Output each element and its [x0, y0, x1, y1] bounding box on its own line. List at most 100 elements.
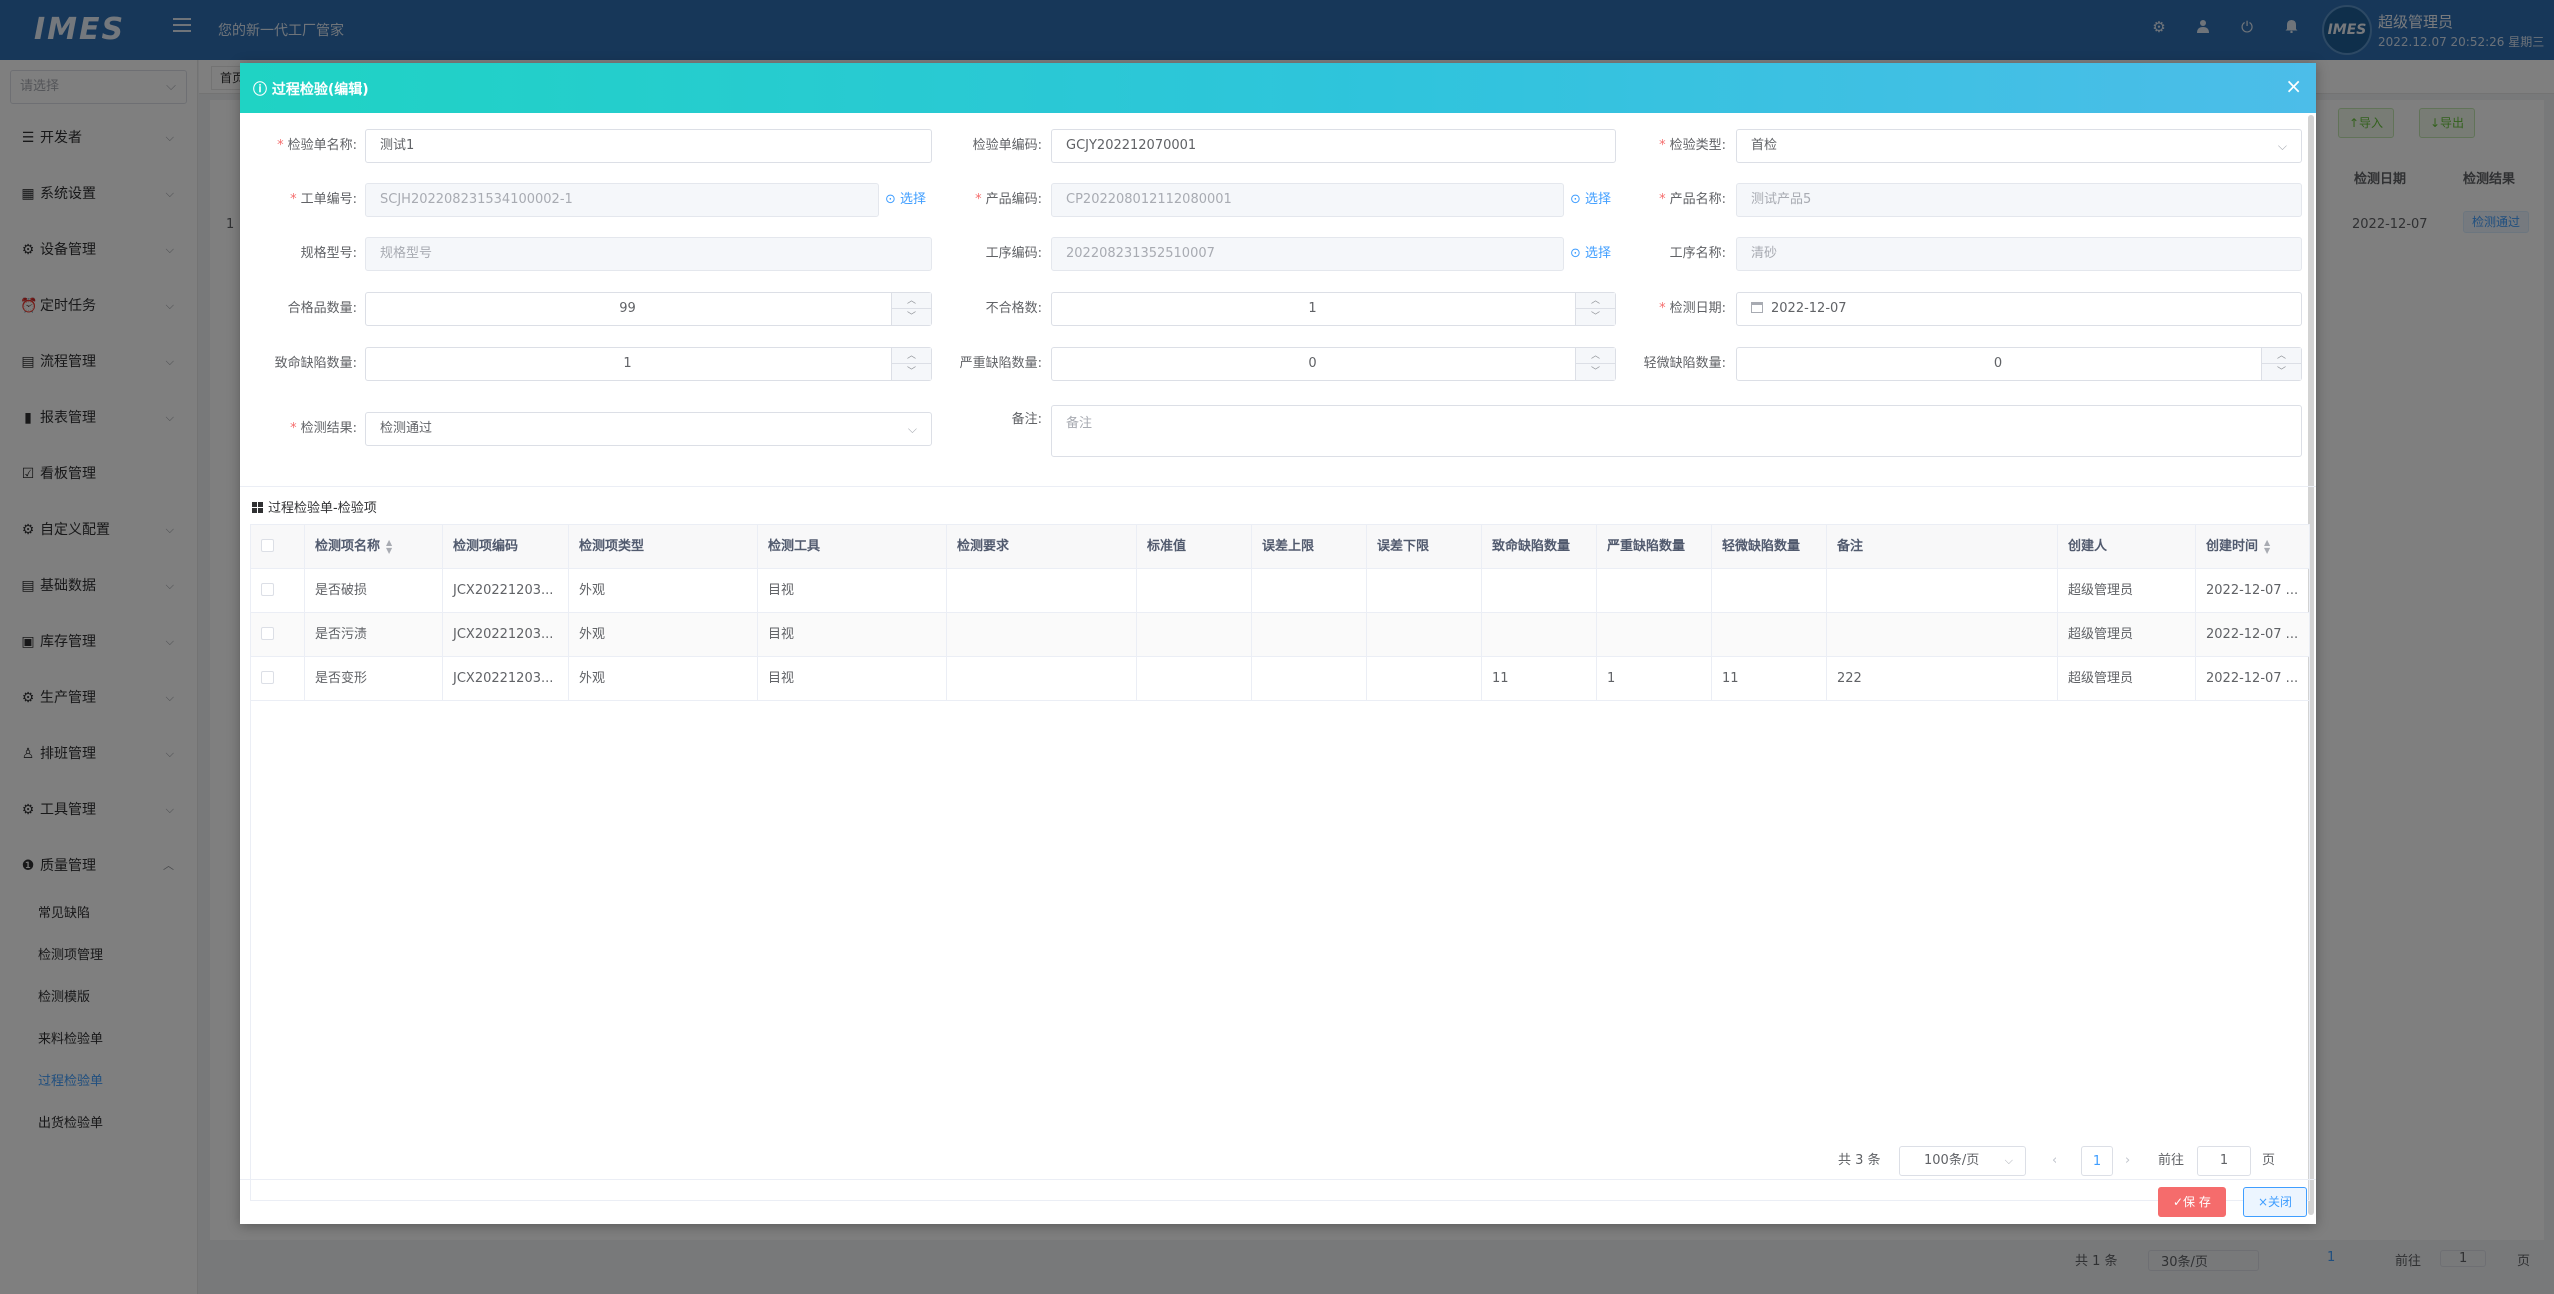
col-header: 轻微缺陷数量 — [1712, 525, 1827, 568]
table-cell: 外观 — [569, 613, 758, 656]
pager-total: 共 3 条 — [1838, 1153, 1881, 1168]
table-cell — [1597, 613, 1712, 656]
process-choose-link[interactable]: ⊙ 选择 — [1570, 237, 1611, 271]
edit-dialog: ⓘ 过程检验(编辑) × * 检验单名称: 测试1 检验单编码: GCJY2022… — [240, 63, 2316, 1224]
table-row[interactable]: 是否变形 JCX20221203... 外观 目视 11 1 11 222 超级… — [251, 657, 2309, 701]
pager-size-select[interactable]: 100条/页 ⌵ — [1899, 1146, 2026, 1176]
col-header: 备注 — [1827, 525, 2058, 568]
qualified-qty-value[interactable]: 99 — [366, 293, 889, 325]
table-cell — [1827, 569, 2058, 612]
product-name-input: 测试产品5 — [1736, 183, 2302, 217]
process-code-input: 202208231352510007 — [1051, 237, 1564, 271]
inspect-date-label: * 检测日期: — [1659, 301, 1726, 316]
pager-goto-input[interactable]: 1 — [2197, 1146, 2251, 1176]
increase-icon[interactable]: ︿ — [891, 348, 931, 364]
col-header: 检测要求 — [947, 525, 1137, 568]
table-cell: 目视 — [758, 657, 947, 700]
search-circle-icon: ⊙ — [885, 192, 901, 207]
table-cell: 外观 — [569, 569, 758, 612]
col-header: 误差下限 — [1367, 525, 1482, 568]
inspect-date-picker[interactable]: 2022-12-07 — [1736, 292, 2302, 326]
dialog-header: ⓘ 过程检验(编辑) × — [240, 63, 2316, 113]
close-button[interactable]: ×关闭 — [2243, 1187, 2308, 1217]
select-all-checkbox[interactable] — [251, 525, 305, 568]
inspect-type-value: 首检 — [1751, 138, 1778, 153]
minor-defect-value[interactable]: 0 — [1737, 348, 2259, 380]
table-cell: JCX20221203... — [443, 613, 569, 656]
decrease-icon[interactable]: ﹀ — [2261, 364, 2301, 380]
table-cell: 目视 — [758, 613, 947, 656]
prev-page-icon[interactable]: ‹ — [2052, 1146, 2057, 1176]
qualified-qty-label: 合格品数量: — [287, 301, 357, 316]
inspect-code-input[interactable]: GCJY202212070001 — [1051, 129, 1616, 163]
col-header: 致命缺陷数量 — [1482, 525, 1597, 568]
col-header[interactable]: 创建时间 ▲ ▼ — [2196, 525, 2309, 568]
fatal-defect-stepper[interactable]: 1 ︿ ﹀ — [365, 347, 932, 381]
increase-icon[interactable]: ︿ — [2261, 348, 2301, 364]
table-cell — [1482, 569, 1597, 612]
table-cell — [1252, 613, 1367, 656]
qualified-qty-stepper[interactable]: 99 ︿ ﹀ — [365, 292, 932, 326]
order-choose-link[interactable]: ⊙ 选择 — [885, 183, 926, 217]
decrease-icon[interactable]: ﹀ — [891, 364, 931, 380]
col-header: 标准值 — [1137, 525, 1252, 568]
table-row[interactable]: 是否污渍 JCX20221203... 外观 目视 超级管理员 2022-12-… — [251, 613, 2309, 657]
col-header[interactable]: 检测项名称 ▲ ▼ — [305, 525, 443, 568]
unqualified-qty-value[interactable]: 1 — [1052, 293, 1573, 325]
table-cell: 目视 — [758, 569, 947, 612]
increase-icon[interactable]: ︿ — [1575, 293, 1615, 309]
inspect-result-value: 检测通过 — [380, 421, 433, 436]
row-checkbox[interactable] — [251, 569, 305, 612]
row-checkbox[interactable] — [251, 613, 305, 656]
col-header: 检测项编码 — [443, 525, 569, 568]
decrease-icon[interactable]: ﹀ — [1575, 364, 1615, 380]
serious-defect-stepper[interactable]: 0 ︿ ﹀ — [1051, 347, 1616, 381]
table-cell — [1252, 657, 1367, 700]
pager-current-page[interactable]: 1 — [2081, 1146, 2113, 1176]
inspect-result-select[interactable]: 检测通过 ⌵ — [365, 412, 932, 446]
chevron-down-icon: ⌵ — [2004, 1154, 2013, 1167]
inspect-date-value: 2022-12-07 — [1771, 301, 1847, 316]
row-checkbox[interactable] — [251, 657, 305, 700]
table-cell — [1252, 569, 1367, 612]
sort-icon[interactable]: ▲ ▼ — [2264, 539, 2270, 555]
next-page-icon[interactable]: › — [2125, 1146, 2130, 1176]
inspect-result-label: * 检测结果: — [290, 421, 357, 436]
col-header: 误差上限 — [1252, 525, 1367, 568]
order-no-input: SCJH202208231534100002-1 — [365, 183, 879, 217]
minor-defect-stepper[interactable]: 0 ︿ ﹀ — [1736, 347, 2302, 381]
inspect-type-select[interactable]: 首检 ⌵ — [1736, 129, 2302, 163]
decrease-icon[interactable]: ﹀ — [1575, 309, 1615, 325]
product-choose-link[interactable]: ⊙ 选择 — [1570, 183, 1611, 217]
table-cell — [1712, 569, 1827, 612]
chevron-down-icon: ⌵ — [907, 422, 917, 436]
order-no-label: * 工单编号: — [290, 192, 357, 207]
table-cell — [1367, 569, 1482, 612]
product-code-input: CP202208012112080001 — [1051, 183, 1564, 217]
increase-icon[interactable]: ︿ — [891, 293, 931, 309]
table-cell — [1482, 613, 1597, 656]
unqualified-qty-label: 不合格数: — [985, 301, 1042, 316]
dialog-title: ⓘ 过程检验(编辑) — [253, 79, 369, 99]
remark-textarea[interactable]: 备注 — [1051, 405, 2302, 457]
increase-icon[interactable]: ︿ — [1575, 348, 1615, 364]
dialog-title-text: 过程检验(编辑) — [271, 82, 369, 98]
decrease-icon[interactable]: ﹀ — [891, 309, 931, 325]
table-cell — [1367, 613, 1482, 656]
fatal-defect-value[interactable]: 1 — [366, 348, 889, 380]
table-cell — [1827, 613, 2058, 656]
table-row[interactable]: 是否破损 JCX20221203... 外观 目视 超级管理员 2022-12-… — [251, 569, 2309, 613]
table-cell — [947, 613, 1137, 656]
save-button[interactable]: ✓保 存 — [2158, 1187, 2226, 1217]
col-header: 创建人 — [2058, 525, 2196, 568]
table-cell: JCX20221203... — [443, 569, 569, 612]
sort-icon[interactable]: ▲ ▼ — [386, 539, 392, 555]
col-header: 检测项类型 — [569, 525, 758, 568]
close-icon[interactable]: × — [2285, 76, 2302, 96]
product-code-label: * 产品编码: — [975, 192, 1042, 207]
table-cell: 是否变形 — [305, 657, 443, 700]
pager-size-value: 100条/页 — [1924, 1153, 1980, 1168]
unqualified-qty-stepper[interactable]: 1 ︿ ﹀ — [1051, 292, 1616, 326]
inspect-name-input[interactable]: 测试1 — [365, 129, 932, 163]
serious-defect-value[interactable]: 0 — [1052, 348, 1573, 380]
